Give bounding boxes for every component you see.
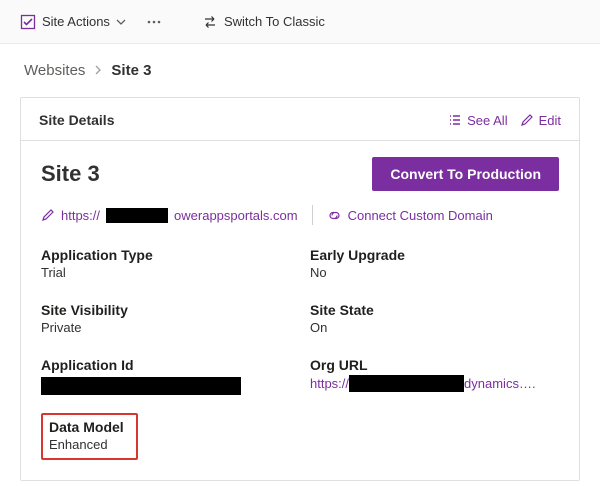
site-url-suffix: owerappsportals.com bbox=[174, 208, 298, 223]
link-icon bbox=[327, 208, 342, 223]
site-name: Site 3 bbox=[41, 161, 372, 187]
chevron-down-icon bbox=[116, 17, 126, 27]
more-horizontal-icon bbox=[146, 14, 162, 30]
edit-label: Edit bbox=[539, 113, 561, 128]
list-icon bbox=[448, 113, 462, 127]
vertical-separator bbox=[312, 205, 313, 225]
card-header: Site Details See All Edit bbox=[21, 98, 579, 141]
org-url-link[interactable]: https:// dynamics…. bbox=[310, 375, 559, 392]
overflow-menu[interactable] bbox=[140, 10, 168, 34]
field-application-type: Application Type Trial bbox=[41, 247, 290, 280]
breadcrumb-parent[interactable]: Websites bbox=[24, 62, 85, 79]
redacted-block bbox=[41, 377, 241, 395]
field-value: Private bbox=[41, 320, 290, 335]
field-value: On bbox=[310, 320, 559, 335]
field-label: Site Visibility bbox=[41, 302, 290, 318]
field-label: Data Model bbox=[49, 419, 124, 435]
site-actions-label: Site Actions bbox=[42, 14, 110, 29]
field-value: Trial bbox=[41, 265, 290, 280]
field-early-upgrade: Early Upgrade No bbox=[310, 247, 559, 280]
field-value: Enhanced bbox=[49, 437, 124, 452]
field-label: Org URL bbox=[310, 357, 559, 373]
site-actions-menu[interactable]: Site Actions bbox=[14, 10, 132, 34]
field-value: No bbox=[310, 265, 559, 280]
command-bar: Site Actions Switch To Classic bbox=[0, 0, 600, 44]
field-site-state: Site State On bbox=[310, 302, 559, 335]
field-label: Early Upgrade bbox=[310, 247, 559, 263]
switch-to-classic[interactable]: Switch To Classic bbox=[196, 10, 331, 34]
edit-link[interactable]: Edit bbox=[520, 113, 561, 128]
org-url-suffix: dynamics…. bbox=[464, 376, 536, 391]
field-site-visibility: Site Visibility Private bbox=[41, 302, 290, 335]
pencil-icon bbox=[520, 113, 534, 127]
field-label: Application Type bbox=[41, 247, 290, 263]
details-grid: Application Type Trial Early Upgrade No … bbox=[41, 247, 559, 395]
card-body: Site 3 Convert To Production https:// owe… bbox=[21, 141, 579, 480]
see-all-label: See All bbox=[467, 113, 507, 128]
site-url-prefix: https:// bbox=[61, 208, 100, 223]
field-label: Application Id bbox=[41, 357, 290, 373]
see-all-link[interactable]: See All bbox=[448, 113, 507, 128]
redacted-block bbox=[106, 208, 168, 223]
pencil-icon bbox=[41, 208, 55, 222]
field-label: Site State bbox=[310, 302, 559, 318]
site-details-card: Site Details See All Edit Site 3 Convert… bbox=[20, 97, 580, 481]
breadcrumb: Websites Site 3 bbox=[0, 44, 600, 89]
connect-domain-label: Connect Custom Domain bbox=[348, 208, 493, 223]
field-org-url: Org URL https:// dynamics…. bbox=[310, 357, 559, 395]
url-row: https:// owerappsportals.com Connect Cust… bbox=[41, 205, 559, 225]
breadcrumb-current: Site 3 bbox=[111, 62, 151, 79]
org-url-prefix: https:// bbox=[310, 376, 349, 391]
swap-icon bbox=[202, 14, 218, 30]
switch-classic-label: Switch To Classic bbox=[224, 14, 325, 29]
site-url-link[interactable]: https:// owerappsportals.com bbox=[41, 208, 298, 223]
data-model-highlight: Data Model Enhanced bbox=[41, 413, 138, 460]
convert-to-production-button[interactable]: Convert To Production bbox=[372, 157, 559, 191]
connect-custom-domain-link[interactable]: Connect Custom Domain bbox=[327, 208, 493, 223]
redacted-block bbox=[349, 375, 464, 392]
card-title: Site Details bbox=[39, 112, 436, 128]
chevron-right-icon bbox=[93, 62, 103, 79]
checkbox-check-icon bbox=[20, 14, 36, 30]
field-application-id: Application Id bbox=[41, 357, 290, 395]
